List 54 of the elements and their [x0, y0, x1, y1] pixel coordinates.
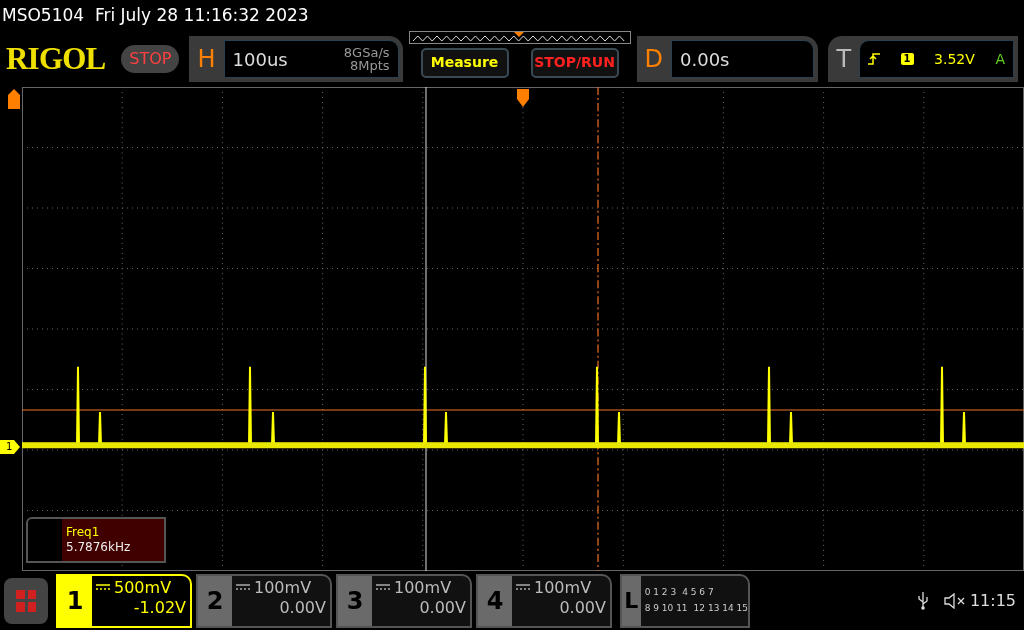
dc-coupling-icon — [376, 584, 390, 591]
channel-setting[interactable]: 4 100mV 0.00V — [476, 573, 612, 628]
channel-offset: 0.00V — [559, 599, 606, 616]
timebase-value: 100us — [232, 47, 288, 72]
logic-channel-numbers: 4 5 6 7 — [682, 585, 714, 599]
measurement-value: 5.7876kHz — [66, 540, 132, 555]
measure-button[interactable]: Measure — [420, 47, 509, 78]
panel-label: L — [622, 575, 641, 626]
logic-channel-numbers: 8 9 10 11 — [644, 602, 688, 615]
logic-channel-numbers: 12 13 14 15 — [693, 602, 748, 615]
trigger-source: 1 — [900, 52, 914, 66]
run-status: STOP — [121, 45, 180, 73]
brand-logo: RIGOL — [6, 39, 107, 78]
trigger-level: 3.52V — [934, 49, 975, 69]
channel-offset: -1.02V — [133, 599, 186, 616]
channel-number: 4 — [478, 575, 512, 626]
trigger-position-icon — [517, 89, 529, 107]
channel-scale: 100mV — [534, 579, 592, 596]
muted-speaker-icon — [943, 592, 966, 609]
trigger-marker-icon — [8, 89, 20, 109]
dc-coupling-icon — [236, 584, 250, 591]
channel-offset: 0.00V — [419, 599, 466, 616]
channel-number: 3 — [338, 575, 372, 626]
dc-coupling-icon — [96, 584, 110, 591]
rising-edge-icon — [868, 53, 881, 65]
channel-offset: 0.00V — [279, 599, 326, 616]
sample-rate: 8GSa/s — [343, 46, 390, 59]
channel-setting[interactable]: 3 100mV 0.00V — [336, 573, 472, 628]
trigger-mode: A — [995, 49, 1005, 69]
delay-value: 0.00s — [680, 47, 730, 72]
usb-icon — [917, 591, 928, 610]
panel-label: T — [836, 44, 852, 75]
trigger-panel[interactable]: T 1 3.52V A — [828, 36, 1018, 82]
channel-scale: 500mV — [114, 579, 172, 596]
channel-scale: 100mV — [254, 579, 312, 596]
channel-setting[interactable]: 1 500mV -1.02V — [56, 573, 192, 628]
logic-panel[interactable]: L 0 1 2 3 4 5 6 7 8 9 10 11 12 13 14 15 — [620, 573, 750, 628]
window-title: MSO5104 Fri July 28 11:16:32 2023 — [2, 4, 309, 28]
clock-time: 11:15 — [969, 589, 1016, 612]
measurement-name: Freq1 — [66, 525, 101, 540]
menu-button[interactable] — [4, 577, 48, 624]
dc-coupling-icon — [516, 584, 530, 591]
horizontal-panel[interactable]: H 100us 8GSa/s 8Mpts — [189, 36, 403, 82]
channel-number: 2 — [198, 575, 232, 626]
channel-number: 1 — [58, 575, 92, 626]
panel-label: H — [197, 44, 216, 75]
channel-setting[interactable]: 2 100mV 0.00V — [196, 573, 332, 628]
channel-marker: 1 — [0, 440, 20, 454]
panel-label: D — [644, 44, 664, 75]
logic-channel-numbers: 0 1 2 3 — [644, 585, 677, 599]
memory-depth: 8Mpts — [349, 59, 390, 72]
delay-panel[interactable]: D 0.00s — [636, 36, 819, 82]
stop-run-button[interactable]: STOP/RUN — [530, 47, 619, 78]
channel-scale: 100mV — [394, 579, 452, 596]
